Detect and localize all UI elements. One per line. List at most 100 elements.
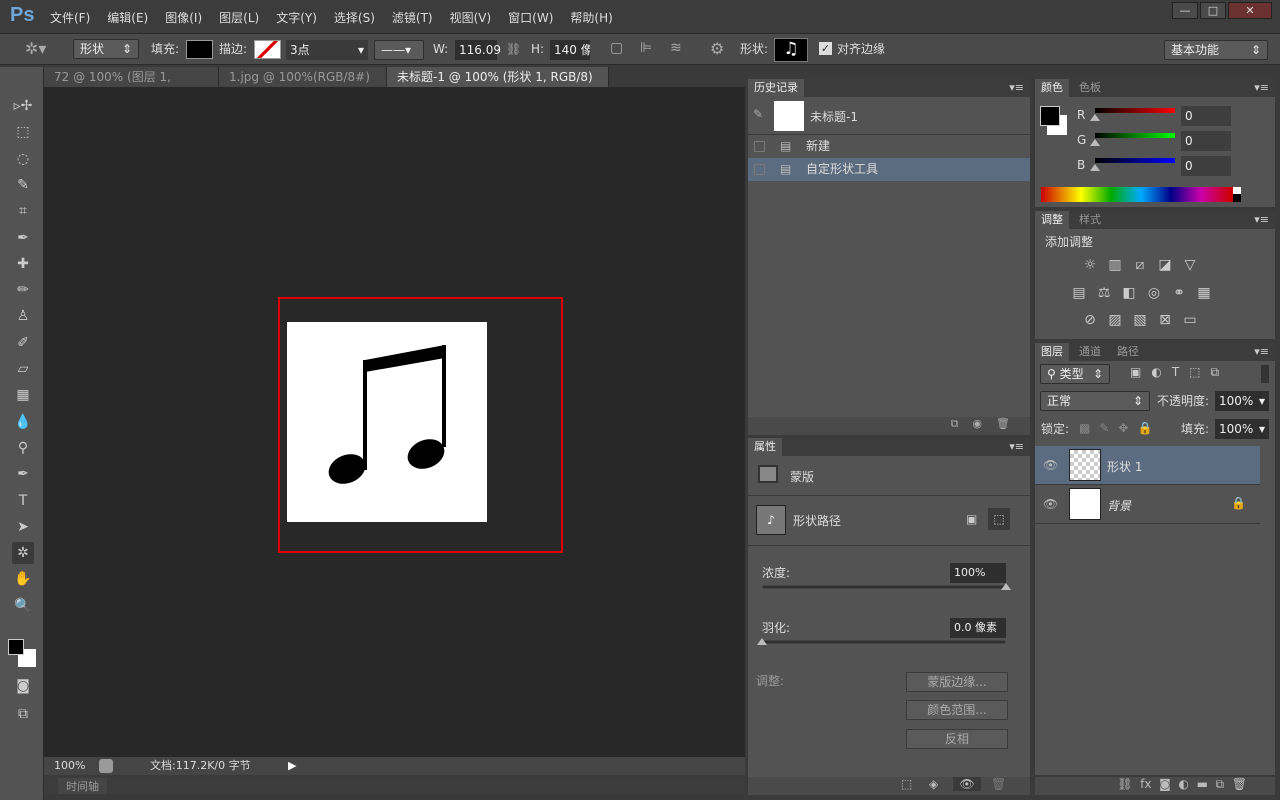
lock-position-icon[interactable]: ✥: [1118, 421, 1128, 435]
vibrance-icon[interactable]: ▽: [1180, 257, 1200, 273]
menu-item[interactable]: 图像(I): [165, 9, 202, 26]
channel-slider-thumb[interactable]: [1090, 139, 1100, 146]
gradient-icon[interactable]: ▦: [12, 384, 34, 406]
camera-icon[interactable]: ◉: [972, 417, 982, 430]
filter-pixel-icon[interactable]: ▣: [1130, 365, 1141, 380]
menu-item[interactable]: 文字(Y): [276, 9, 317, 26]
lock-transparent-icon[interactable]: ▩: [1079, 421, 1090, 435]
invert-button[interactable]: 反相: [906, 729, 1008, 749]
eraser-icon[interactable]: ▱: [12, 358, 34, 380]
history-brush-source-icon[interactable]: ✎: [753, 107, 763, 121]
history-snapshot[interactable]: ✎ 未标题-1: [748, 97, 1030, 135]
stroke-swatch[interactable]: [254, 40, 281, 59]
panel-menu-icon[interactable]: ▾≡: [1254, 345, 1269, 358]
brightness-icon[interactable]: ☼: [1080, 257, 1100, 273]
levels-icon[interactable]: ▥: [1105, 257, 1125, 273]
eye-icon[interactable]: 👁: [1043, 497, 1058, 511]
channel-value-input[interactable]: 0: [1181, 156, 1231, 176]
zoom-level[interactable]: 100%: [54, 757, 85, 775]
channel-slider-thumb[interactable]: [1090, 114, 1100, 121]
stroke-width-select[interactable]: 3点 ▾: [286, 40, 368, 60]
opacity-input[interactable]: 100% ▾: [1215, 391, 1269, 411]
link-icon[interactable]: ⛓: [506, 39, 521, 59]
menu-item[interactable]: 帮助(H): [570, 9, 612, 26]
blur-icon[interactable]: 💧: [12, 411, 34, 433]
tab-color[interactable]: 颜色: [1035, 79, 1069, 97]
eye-icon[interactable]: 👁: [1043, 458, 1058, 472]
filter-adjustment-icon[interactable]: ◐: [1151, 365, 1161, 380]
menu-item[interactable]: 图层(L): [219, 9, 259, 26]
quick-select-icon[interactable]: ✎: [12, 174, 34, 196]
vector-mask-icon[interactable]: ⬚: [988, 508, 1010, 530]
color-balance-icon[interactable]: ⚖: [1094, 285, 1114, 301]
document-tab[interactable]: 1.jpg @ 100%(RGB/8#) *×: [219, 67, 387, 104]
tab-swatches[interactable]: 色板: [1073, 79, 1107, 97]
path-alignment-icon[interactable]: ⊫: [640, 40, 652, 56]
menu-item[interactable]: 视图(V): [450, 9, 492, 26]
hand-icon[interactable]: ✋: [12, 568, 34, 590]
tab-adjustments[interactable]: 调整: [1035, 211, 1069, 229]
gradient-map-icon[interactable]: ▭: [1180, 312, 1200, 328]
panel-menu-icon[interactable]: ▾≡: [1254, 213, 1269, 226]
threshold-icon[interactable]: ▧: [1130, 312, 1150, 328]
trash-icon[interactable]: 🗑: [1232, 777, 1247, 791]
width-input[interactable]: 116.09: [455, 40, 501, 60]
tab-styles[interactable]: 样式: [1073, 211, 1107, 229]
channel-slider[interactable]: [1095, 158, 1175, 163]
new-document-from-state-icon[interactable]: ⧉: [951, 417, 959, 430]
fill-input[interactable]: 100% ▾: [1215, 419, 1269, 439]
path-operations-icon[interactable]: ▢: [610, 40, 623, 56]
menu-item[interactable]: 窗口(W): [508, 9, 553, 26]
crop-icon[interactable]: ⌗: [12, 200, 34, 222]
trash-icon[interactable]: 🗑: [991, 777, 1006, 791]
panel-menu-icon[interactable]: ▾≡: [1009, 440, 1024, 453]
panel-menu-icon[interactable]: ▾≡: [1009, 81, 1024, 94]
history-item[interactable]: ▤ 新建: [748, 135, 1030, 158]
layer-filter-select[interactable]: ⚲ 类型 ⇕: [1040, 364, 1110, 384]
exposure-icon[interactable]: ◪: [1155, 257, 1175, 273]
tab-timeline[interactable]: 时间轴: [58, 778, 107, 794]
channel-slider-thumb[interactable]: [1090, 164, 1100, 171]
layer-row[interactable]: 👁 背景 🔒: [1035, 485, 1260, 524]
density-slider[interactable]: [762, 585, 1006, 589]
type-icon[interactable]: T: [12, 490, 34, 512]
link-layers-icon[interactable]: ⛓: [1117, 777, 1132, 791]
history-item[interactable]: ▤ 自定形状工具: [748, 158, 1030, 181]
filter-toggle[interactable]: [1261, 365, 1269, 383]
channel-slider[interactable]: [1095, 133, 1175, 138]
blend-mode-select[interactable]: 正常 ⇕: [1040, 391, 1150, 411]
adjustment-layer-icon[interactable]: ◐: [1178, 777, 1188, 791]
gear-icon[interactable]: ⚙: [710, 39, 724, 58]
color-lookup-icon[interactable]: ▦: [1194, 285, 1214, 301]
color-spectrum[interactable]: [1041, 187, 1241, 202]
channel-value-input[interactable]: 0: [1181, 106, 1231, 126]
screen-mode-icon[interactable]: ⧉: [12, 703, 34, 725]
maximize-button[interactable]: □: [1200, 2, 1226, 19]
feather-slider-thumb[interactable]: [757, 638, 767, 645]
status-icon[interactable]: [99, 759, 113, 773]
tab-layers[interactable]: 图层: [1035, 343, 1069, 361]
feather-input[interactable]: 0.0 像素: [950, 618, 1006, 638]
trash-icon[interactable]: 🗑: [996, 417, 1010, 430]
color-range-button[interactable]: 颜色范围...: [906, 700, 1008, 720]
custom-shape-tool-preset-icon[interactable]: ✲▾: [25, 39, 46, 58]
stamp-icon[interactable]: ♙: [12, 305, 34, 327]
selective-color-icon[interactable]: ⊠: [1155, 312, 1175, 328]
group-icon[interactable]: ▬: [1197, 777, 1208, 791]
quick-mask-icon[interactable]: ◙: [12, 675, 34, 697]
density-input[interactable]: 100%: [950, 563, 1006, 583]
foreground-color-swatch[interactable]: [1040, 106, 1060, 126]
add-mask-icon[interactable]: ◙: [1159, 777, 1171, 791]
lock-pixels-icon[interactable]: ✎: [1099, 421, 1109, 435]
close-button[interactable]: ✕: [1228, 2, 1272, 19]
lock-all-icon[interactable]: 🔒: [1137, 421, 1152, 435]
posterize-icon[interactable]: ▨: [1105, 312, 1125, 328]
channel-value-input[interactable]: 0: [1181, 131, 1231, 151]
menu-item[interactable]: 选择(S): [334, 9, 375, 26]
filter-type-icon[interactable]: T: [1172, 365, 1179, 380]
healing-icon[interactable]: ✚: [12, 253, 34, 275]
photo-filter-icon[interactable]: ◎: [1144, 285, 1164, 301]
menu-item[interactable]: 滤镜(T): [392, 9, 433, 26]
channel-mixer-icon[interactable]: ⚭: [1169, 285, 1189, 301]
minimize-button[interactable]: —: [1172, 2, 1198, 19]
